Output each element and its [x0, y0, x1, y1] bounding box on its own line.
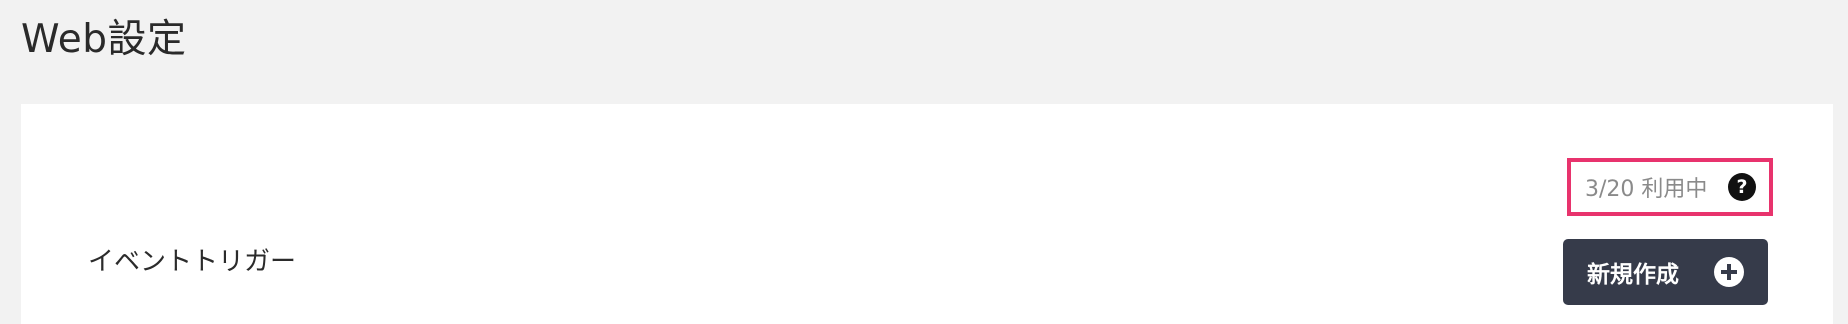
- page-title: Web設定: [21, 17, 187, 62]
- create-new-button-label: 新規作成: [1587, 261, 1679, 287]
- plus-circle-icon: [1714, 257, 1744, 287]
- usage-indicator: 3/20 利用中 ?: [1567, 158, 1773, 216]
- question-circle-icon[interactable]: ?: [1728, 173, 1756, 201]
- settings-panel: [21, 104, 1833, 324]
- create-new-button[interactable]: 新規作成: [1563, 239, 1768, 305]
- usage-count-text: 3/20 利用中: [1585, 177, 1708, 202]
- event-trigger-label: イベントトリガー: [88, 247, 297, 277]
